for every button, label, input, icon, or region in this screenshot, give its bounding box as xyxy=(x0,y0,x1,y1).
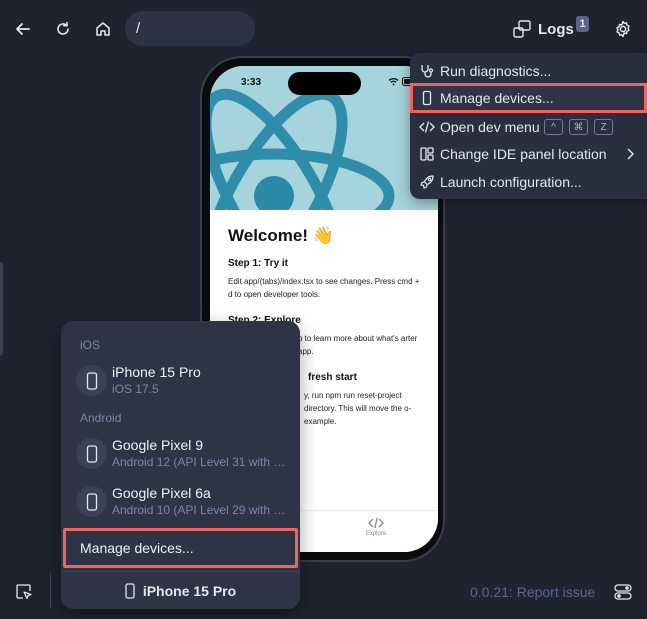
shortcut-key: ⌘ xyxy=(569,119,588,135)
chevron-right-icon xyxy=(627,148,634,160)
phone-icon xyxy=(76,486,107,517)
reload-button[interactable] xyxy=(49,15,77,43)
stethoscope-icon xyxy=(419,63,435,79)
logs-button[interactable]: Logs xyxy=(512,17,574,41)
device-select-button[interactable]: iPhone 15 Pro xyxy=(61,573,300,609)
menu-launch-configuration[interactable]: Launch configuration... xyxy=(410,168,647,196)
device-item-google-pixel-6a[interactable]: Google Pixel 6a Android 10 (API Level 29… xyxy=(74,481,296,523)
back-button[interactable] xyxy=(9,15,37,43)
react-logo-banner: 3:33 xyxy=(210,66,438,210)
home-button[interactable] xyxy=(89,15,117,43)
phone-icon xyxy=(125,583,135,599)
arrow-left-icon xyxy=(16,23,30,35)
gear-icon xyxy=(616,20,630,38)
home-icon xyxy=(96,22,110,36)
phone-icon xyxy=(76,438,107,469)
menu-label: Run diagnostics... xyxy=(440,63,552,79)
device-item-google-pixel-9[interactable]: Google Pixel 9 Android 12 (API Level 31 … xyxy=(74,433,296,475)
menu-manage-devices[interactable]: Manage devices... xyxy=(410,83,647,113)
ios-section-label: iOS xyxy=(80,338,101,352)
dynamic-island xyxy=(288,72,361,95)
reload-icon xyxy=(57,21,69,35)
welcome-title: Welcome! 👋 xyxy=(228,226,334,245)
settings-menu: Run diagnostics... Manage devices... Ope… xyxy=(410,53,647,199)
settings-button[interactable] xyxy=(609,15,637,43)
device-name: iPhone 15 Pro xyxy=(112,364,201,380)
tab-explore[interactable]: Explore xyxy=(356,517,396,537)
toggles-button[interactable] xyxy=(613,583,633,601)
code-icon xyxy=(368,517,384,529)
panel-layout-icon xyxy=(419,146,435,162)
rocket-icon xyxy=(419,174,435,190)
device-os: Android 12 (API Level 31 with … xyxy=(112,455,286,469)
status-time: 3:33 xyxy=(241,77,262,88)
inspect-element-button[interactable] xyxy=(14,582,34,602)
shortcut-key: Z xyxy=(594,119,613,135)
device-icon xyxy=(419,90,435,106)
shortcut-key: ^ xyxy=(544,119,563,135)
url-text: / xyxy=(136,20,141,37)
android-section-label: Android xyxy=(80,411,122,425)
logs-icon xyxy=(513,20,531,38)
divider xyxy=(61,571,300,572)
menu-label: Launch configuration... xyxy=(440,174,582,190)
side-panel-handle[interactable] xyxy=(0,262,3,356)
toggles-icon xyxy=(614,584,632,600)
device-name: Google Pixel 6a xyxy=(112,485,211,501)
device-os: iOS 17.5 xyxy=(112,382,159,396)
manage-devices-label: Manage devices... xyxy=(80,540,194,556)
menu-label: Change IDE panel location xyxy=(440,146,607,162)
phone-icon xyxy=(76,365,107,396)
menu-label: Open dev menu xyxy=(440,119,540,135)
manage-devices-button[interactable]: Manage devices... xyxy=(63,528,298,568)
url-input[interactable]: / xyxy=(125,11,255,46)
wifi-icon xyxy=(388,78,399,86)
inspect-icon xyxy=(16,584,32,600)
device-selector-popover: iOS iPhone 15 Pro iOS 17.5 Android Googl… xyxy=(61,321,300,609)
code-icon xyxy=(419,119,435,135)
step1-body: Edit app/(tabs)/index.tsx to see changes… xyxy=(228,277,420,299)
device-os: Android 10 (API Level 29 with … xyxy=(112,503,286,517)
logs-label: Logs xyxy=(538,20,574,38)
selected-device-label: iPhone 15 Pro xyxy=(142,583,237,599)
device-item-iphone-15-pro[interactable]: iPhone 15 Pro iOS 17.5 xyxy=(74,360,296,402)
menu-change-panel-location[interactable]: Change IDE panel location xyxy=(410,140,647,168)
step2-body: b to learn more about what's arter app. xyxy=(298,334,418,356)
divider xyxy=(50,573,51,609)
step3-title: fresh start xyxy=(308,372,357,383)
menu-label: Manage devices... xyxy=(440,90,554,106)
step1-title: Step 1: Try it xyxy=(228,258,289,269)
report-issue-link[interactable]: 0.0.21: Report issue xyxy=(470,584,595,600)
menu-open-dev-menu[interactable]: Open dev menu ^ ⌘ Z xyxy=(410,113,647,141)
tab-explore-label: Explore xyxy=(365,531,387,537)
menu-run-diagnostics[interactable]: Run diagnostics... xyxy=(410,57,647,85)
logs-count-badge: 1 xyxy=(576,16,589,32)
step3-body: y, run npm run reset-project directory. … xyxy=(304,391,412,426)
device-name: Google Pixel 9 xyxy=(112,437,204,453)
